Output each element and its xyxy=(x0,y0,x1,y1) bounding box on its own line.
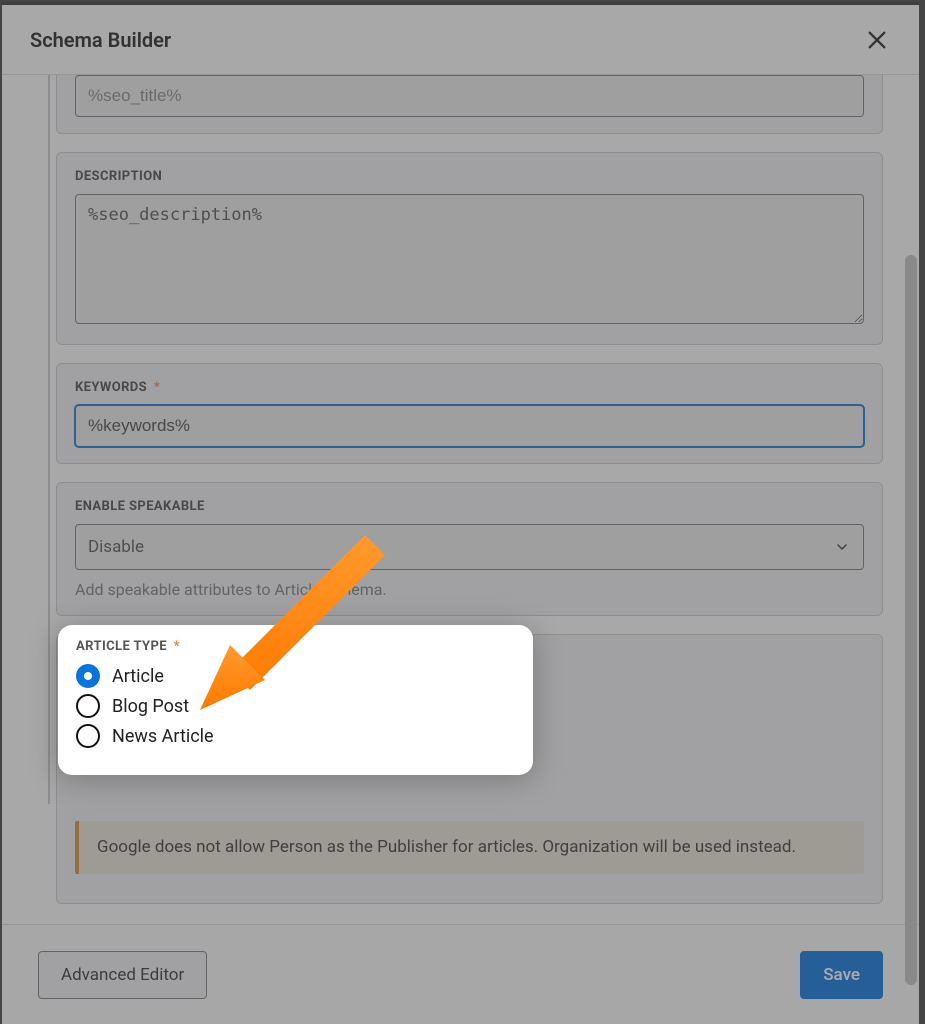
radio-blog-post[interactable]: Blog Post xyxy=(76,694,515,718)
publisher-notice-text: Google does not allow Person as the Publ… xyxy=(97,837,796,857)
radio-button-icon xyxy=(76,724,100,748)
vertical-scrollbar[interactable] xyxy=(905,255,917,985)
save-label: Save xyxy=(823,965,860,985)
radio-news-article[interactable]: News Article xyxy=(76,724,515,748)
save-button[interactable]: Save xyxy=(800,951,883,999)
schema-builder-modal: Schema Builder DESCRIPTION KEYWORDS * xyxy=(2,2,919,1024)
spotlight-article-type: ARTICLE TYPE * Article Blog Post News Ar… xyxy=(58,625,533,775)
keywords-input[interactable] xyxy=(75,405,864,447)
description-textarea[interactable] xyxy=(75,194,864,324)
modal-header: Schema Builder xyxy=(2,5,919,75)
keywords-label: KEYWORDS * xyxy=(75,380,864,395)
field-card-speakable: ENABLE SPEAKABLE Disable Add speakable a… xyxy=(56,482,883,616)
field-card-description: DESCRIPTION xyxy=(56,152,883,345)
advanced-editor-label: Advanced Editor xyxy=(61,965,184,985)
radio-button-icon xyxy=(76,664,100,688)
radio-button-icon xyxy=(76,694,100,718)
field-card-keywords: KEYWORDS * xyxy=(56,363,883,464)
keywords-label-text: KEYWORDS xyxy=(75,380,147,395)
advanced-editor-button[interactable]: Advanced Editor xyxy=(38,951,207,999)
field-card-seo-title xyxy=(56,75,883,134)
modal-footer: Advanced Editor Save xyxy=(2,924,919,1024)
modal-body: DESCRIPTION KEYWORDS * ENABLE SPEAKABLE … xyxy=(2,75,919,924)
required-asterisk: * xyxy=(154,380,160,395)
article-type-label: ARTICLE TYPE * xyxy=(76,639,515,654)
speakable-selected-value: Disable xyxy=(88,537,144,557)
radio-article[interactable]: Article xyxy=(76,664,515,688)
speakable-select-wrap: Disable xyxy=(75,524,864,570)
close-icon xyxy=(866,29,888,51)
seo-title-input[interactable] xyxy=(75,75,864,117)
close-button[interactable] xyxy=(863,26,891,54)
required-asterisk: * xyxy=(174,639,180,654)
speakable-hint: Add speakable attributes to Article Sche… xyxy=(75,580,864,599)
speakable-label: ENABLE SPEAKABLE xyxy=(75,499,864,514)
description-label: DESCRIPTION xyxy=(75,169,864,184)
article-type-label-text: ARTICLE TYPE xyxy=(76,639,167,654)
speakable-select[interactable]: Disable xyxy=(75,524,864,570)
radio-label: Blog Post xyxy=(112,696,189,717)
tree-connector-line xyxy=(48,75,50,804)
radio-label: News Article xyxy=(112,726,214,747)
publisher-notice: Google does not allow Person as the Publ… xyxy=(75,821,864,874)
radio-label: Article xyxy=(112,666,164,687)
modal-title: Schema Builder xyxy=(30,28,171,52)
chevron-down-icon xyxy=(834,539,850,555)
